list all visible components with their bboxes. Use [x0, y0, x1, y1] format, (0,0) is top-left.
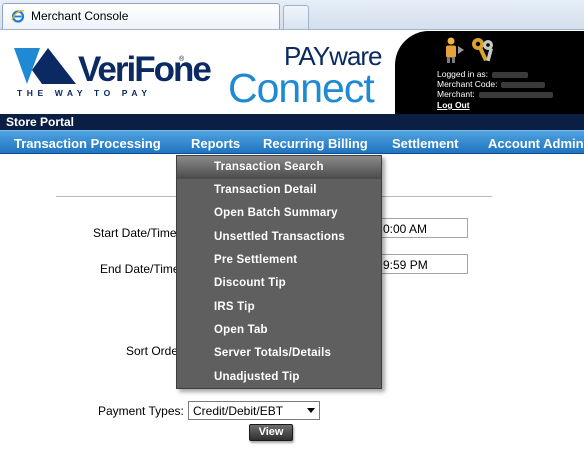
reports-dropdown-menu: Transaction Search Transaction Detail Op… — [176, 155, 382, 389]
keys-icon — [472, 38, 493, 62]
nav-account-admin[interactable]: Account Admin — [488, 136, 584, 151]
merchant-label: Merchant: — [437, 89, 475, 99]
merchant-row: Merchant: — [437, 89, 553, 99]
menu-item-unsettled-transactions[interactable]: Unsettled Transactions — [177, 226, 381, 249]
merchant-code-row: Merchant Code: — [437, 79, 546, 89]
portal-title: Store Portal — [6, 115, 75, 129]
verifone-trademark: ® — [179, 56, 185, 63]
payment-types-select[interactable]: Credit/Debit/EBT — [188, 401, 320, 420]
menu-item-open-tab[interactable]: Open Tab — [177, 319, 381, 342]
menu-item-unadjusted-tip[interactable]: Unadjusted Tip — [177, 366, 381, 389]
site-header: VeriFone ® THE WAY TO PAY PAYware Connec… — [0, 31, 584, 114]
menu-item-discount-tip[interactable]: Discount Tip — [177, 272, 381, 295]
logout-link[interactable]: Log Out — [437, 100, 470, 110]
nav-transaction-processing[interactable]: Transaction Processing — [14, 136, 161, 151]
user-icon — [446, 37, 464, 63]
view-button[interactable]: View — [249, 424, 293, 441]
ie-icon — [11, 10, 25, 23]
redacted-username — [492, 71, 529, 78]
app-root: Merchant Console VeriFone ® THE WAY TO P… — [0, 0, 584, 457]
start-time-input[interactable]: 0:00 AM — [378, 218, 468, 238]
logged-in-row: Logged in as: — [437, 69, 529, 79]
nav-recurring-billing[interactable]: Recurring Billing — [263, 136, 368, 151]
menu-item-pre-settlement[interactable]: Pre Settlement — [177, 249, 381, 272]
portal-bar: Store Portal — [0, 114, 584, 130]
payment-types-value: Credit/Debit/EBT — [193, 404, 284, 418]
verifone-logo: VeriFone ® THE WAY TO PAY — [14, 42, 212, 106]
nav-settlement[interactable]: Settlement — [392, 136, 458, 151]
connect-wordmark: Connect — [228, 65, 375, 111]
sort-order-label: Sort Orde — [126, 344, 179, 358]
menu-item-transaction-detail[interactable]: Transaction Detail — [177, 179, 381, 202]
verifone-tagline: THE WAY TO PAY — [17, 88, 152, 98]
end-date-label: End Date/Time — [100, 262, 180, 276]
verifone-triangle-icon — [14, 48, 76, 84]
payware-connect-logo: PAYware Connect — [228, 39, 383, 111]
start-date-label: Start Date/Time — [93, 226, 177, 240]
main-nav: Transaction Processing Reports Recurring… — [0, 130, 584, 154]
browser-tab-strip: Merchant Console — [0, 0, 584, 30]
redacted-merchant-name — [478, 91, 553, 98]
new-tab-button[interactable] — [283, 5, 309, 29]
end-time-input[interactable]: 9:59 PM — [378, 254, 468, 274]
redacted-merchant-code — [501, 81, 546, 88]
merchant-code-label: Merchant Code: — [437, 79, 498, 89]
menu-item-open-batch-summary[interactable]: Open Batch Summary — [177, 202, 381, 225]
menu-item-transaction-search[interactable]: Transaction Search — [177, 156, 381, 179]
account-panel: Logged in as: Merchant Code: Merchant: L… — [395, 31, 584, 114]
browser-tab-title: Merchant Console — [31, 9, 129, 23]
menu-item-irs-tip[interactable]: IRS Tip — [177, 296, 381, 319]
verifone-wordmark: VeriFone — [78, 50, 212, 89]
payment-types-label: Payment Types: — [98, 404, 184, 418]
logged-in-label: Logged in as: — [437, 69, 489, 79]
nav-reports[interactable]: Reports — [191, 136, 240, 151]
browser-tab[interactable]: Merchant Console — [2, 3, 280, 29]
chevron-down-icon — [307, 408, 315, 413]
menu-item-server-totals-details[interactable]: Server Totals/Details — [177, 342, 381, 365]
